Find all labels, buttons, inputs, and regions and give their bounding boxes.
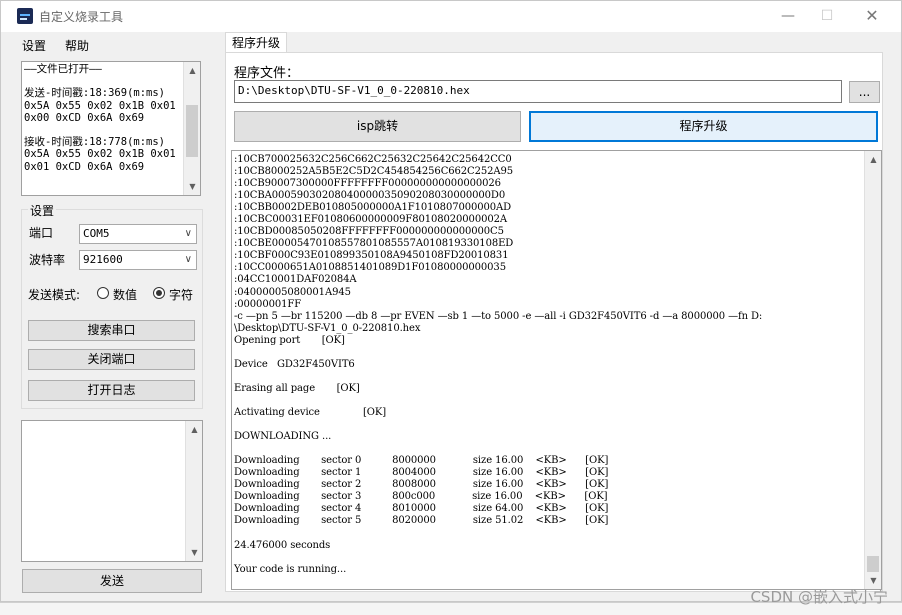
log-line: 0x5A 0x55 0x02 0x1B 0x01 bbox=[24, 148, 176, 161]
output-console[interactable]: :10CB700025632C256C662C25632C25642C25642… bbox=[231, 150, 882, 590]
console-line: 24.476000 seconds bbox=[234, 539, 331, 551]
isp-jump-button[interactable]: isp跳转 bbox=[234, 111, 521, 142]
file-path-input[interactable]: D:\Desktop\DTU-SF-V1_0_0-220810.hex bbox=[234, 80, 842, 103]
menu-help[interactable]: 帮助 bbox=[65, 37, 89, 54]
console-line: :10CB700025632C256C662C25632C25642C25642… bbox=[234, 154, 512, 165]
app-window: 自定义烧录工具 — ☐ ✕ 设置 帮助 ——文件已打开—— 发送-时间戳:18:… bbox=[0, 0, 902, 602]
message-scrollbar[interactable]: ▲ ▼ bbox=[185, 421, 202, 561]
search-port-button[interactable]: 搜索串口 bbox=[28, 320, 195, 341]
chevron-down-icon: ∨ bbox=[184, 228, 192, 239]
tab-program-upgrade[interactable]: 程序升级 bbox=[225, 32, 287, 53]
serial-log-text: ——文件已打开—— 发送-时间戳:18:369(m:ms) 0x5A 0x55 0… bbox=[24, 63, 184, 173]
menu-settings[interactable]: 设置 bbox=[22, 37, 46, 54]
console-line: :10CB90007300000FFFFFFFF0000000000000000… bbox=[234, 178, 501, 190]
console-line: :10CC0000651A0108851401089D1F01080000000… bbox=[234, 262, 506, 274]
maximize-button[interactable]: ☐ bbox=[804, 1, 850, 32]
console-line: \Desktop\DTU-SF-V1_0_0-220810.hex bbox=[234, 322, 421, 334]
port-select[interactable]: COM5 ∨ bbox=[79, 224, 197, 244]
baud-select[interactable]: 921600 ∨ bbox=[79, 250, 197, 270]
browse-button[interactable]: ... bbox=[849, 81, 880, 103]
scroll-down-icon[interactable]: ▼ bbox=[186, 544, 203, 561]
console-line: Downloading sector 3 800c000 size 16.00 … bbox=[234, 491, 608, 503]
port-label: 端口 bbox=[29, 226, 54, 240]
scroll-down-icon[interactable]: ▼ bbox=[184, 178, 200, 195]
log-line: 0x01 0xCD 0x6A 0x69 bbox=[24, 160, 145, 173]
console-line: Downloading sector 1 8004000 size 16.00 … bbox=[234, 467, 609, 479]
window-title: 自定义烧录工具 bbox=[39, 10, 124, 24]
console-line: :10CBF000C93E010899350108A9450108FD20010… bbox=[234, 250, 509, 262]
log-line: 接收-时间戳:18:778(m:ms) bbox=[24, 136, 166, 149]
console-line: :10CBB0002DEB010805000000A1F101080700000… bbox=[234, 202, 512, 214]
console-text: :10CB700025632C256C662C25632C25642C25642… bbox=[234, 154, 864, 576]
console-line: -c —pn 5 —br 115200 —db 8 —pr EVEN —sb 1… bbox=[234, 310, 763, 322]
mode-radio-text[interactable] bbox=[153, 287, 165, 299]
console-line: Downloading sector 2 8008000 size 16.00 … bbox=[234, 479, 609, 491]
mode-numeric-label[interactable]: 数值 bbox=[113, 286, 137, 303]
port-value: COM5 bbox=[83, 227, 110, 240]
app-logo-icon bbox=[17, 8, 33, 24]
console-line: Downloading sector 5 8020000 size 51.02 … bbox=[234, 515, 609, 527]
program-file-label: 程序文件： bbox=[234, 66, 300, 81]
open-log-button[interactable]: 打开日志 bbox=[28, 380, 195, 401]
send-button[interactable]: 发送 bbox=[22, 569, 202, 593]
log-line: 发送-时间戳:18:369(m:ms) bbox=[24, 87, 166, 100]
console-line: Activating device [OK] bbox=[234, 406, 387, 418]
scroll-up-icon[interactable]: ▲ bbox=[865, 151, 881, 168]
log-line: 0x00 0xCD 0x6A 0x69 bbox=[24, 111, 145, 124]
console-scroll-thumb[interactable] bbox=[867, 556, 879, 572]
console-line: Device GD32F450VIT6 bbox=[234, 358, 355, 370]
console-line: Downloading sector 0 8000000 size 16.00 … bbox=[234, 455, 609, 467]
console-line: :10CBE00005470108557801085557A0108193301… bbox=[234, 238, 514, 250]
send-mode-label: 发送模式: bbox=[28, 288, 81, 302]
watermark: CSDN @嵌入式小宁 bbox=[750, 588, 888, 606]
settings-legend: 设置 bbox=[28, 202, 57, 219]
send-message-input[interactable]: ▲ ▼ bbox=[21, 420, 203, 562]
console-line: :04CC10001DAF02084A bbox=[234, 274, 357, 286]
log-scrollbar[interactable]: ▲ ▼ bbox=[183, 62, 200, 195]
console-line: :04000005080001A945 bbox=[234, 286, 351, 298]
serial-log-box[interactable]: ——文件已打开—— 发送-时间戳:18:369(m:ms) 0x5A 0x55 0… bbox=[21, 61, 201, 196]
scroll-up-icon[interactable]: ▲ bbox=[184, 62, 200, 79]
log-line: ——文件已打开—— bbox=[24, 63, 102, 75]
baud-label: 波特率 bbox=[29, 253, 66, 267]
console-line: :10CB8000252A5B5E2C5D2C454854256C662C252… bbox=[234, 166, 514, 178]
scroll-up-icon[interactable]: ▲ bbox=[186, 421, 203, 438]
mode-text-label[interactable]: 字符 bbox=[169, 286, 193, 303]
console-line: DOWNLOADING ... bbox=[234, 431, 332, 443]
log-line: 0x5A 0x55 0x02 0x1B 0x01 bbox=[24, 99, 176, 112]
console-line: Erasing all page [OK] bbox=[234, 382, 360, 394]
menu-bar: 设置 帮助 bbox=[1, 33, 221, 55]
close-port-button[interactable]: 关闭端口 bbox=[28, 349, 195, 370]
console-line: :10CBD00085050208FFFFFFFF000000000000000… bbox=[234, 226, 504, 238]
settings-group: 设置 端口 COM5 ∨ 波特率 921600 ∨ 发送模式: 数值 字符 搜索… bbox=[21, 202, 203, 409]
console-line: Your code is running... bbox=[234, 563, 347, 575]
console-line: :00000001FF bbox=[234, 298, 302, 310]
mode-radio-numeric[interactable] bbox=[97, 287, 109, 299]
console-line: :10CBA0005903020804000003509020803000000… bbox=[234, 190, 506, 202]
program-upgrade-button[interactable]: 程序升级 bbox=[529, 111, 878, 142]
baud-value: 921600 bbox=[83, 253, 123, 266]
title-bar[interactable]: 自定义烧录工具 — ☐ ✕ bbox=[1, 1, 901, 32]
console-line: Downloading sector 4 8010000 size 64.00 … bbox=[234, 503, 609, 515]
console-scrollbar[interactable]: ▲ ▼ bbox=[864, 151, 881, 589]
console-line: :10CBC00031EF01080600000009F801080200000… bbox=[234, 214, 507, 226]
chevron-down-icon: ∨ bbox=[184, 254, 192, 265]
console-line: Opening port [OK] bbox=[234, 334, 345, 346]
log-scroll-thumb[interactable] bbox=[186, 104, 198, 157]
close-button[interactable]: ✕ bbox=[849, 1, 895, 32]
